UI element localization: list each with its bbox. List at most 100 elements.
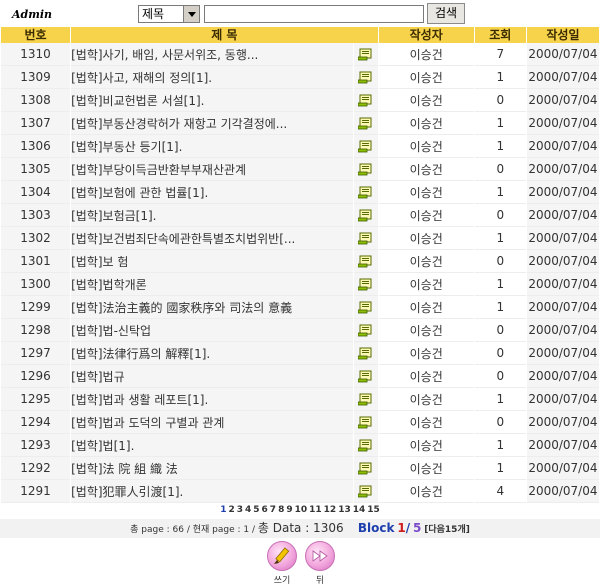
table-row[interactable]: 1306 [법학]부동산 등기[1]. 이승건 1 2000/07/04	[1, 135, 599, 158]
table-row[interactable]: 1297 [법학]法律行爲의 解釋[1]. 이승건 0 2000/07/04	[1, 342, 599, 365]
back-button[interactable]	[305, 541, 335, 571]
table-row[interactable]: 1307 [법학]부동산경락허가 재항고 기각결정에... 이승건 1 2000/07/…	[1, 112, 599, 135]
row-date: 2000/07/04	[526, 204, 599, 227]
row-title-link[interactable]: [법학]법학개론	[71, 273, 353, 296]
table-row[interactable]: 1301 [법학]보 험 이승건 0 2000/07/04	[1, 250, 599, 273]
table-row[interactable]: 1304 [법학]보험에 관한 법률[1]. 이승건 1 2000/07/04	[1, 181, 599, 204]
row-title-link[interactable]: [법학]법규	[71, 365, 353, 388]
page-link[interactable]: 13	[338, 505, 351, 515]
row-title-link[interactable]: [법학]사고, 재해의 정의[1].	[71, 66, 353, 89]
page-link[interactable]: 15	[367, 505, 380, 515]
table-row[interactable]: 1295 [법학]법과 생활 레포트[1]. 이승건 1 2000/07/04	[1, 388, 599, 411]
admin-link[interactable]: Admin	[12, 8, 52, 21]
next-15-link[interactable]: [다음15개]	[424, 525, 470, 535]
column-header-author: 작성자	[378, 27, 474, 43]
row-views: 1	[474, 181, 526, 204]
row-title-link[interactable]: [법학]犯罪人引渡[1].	[71, 480, 353, 503]
table-row[interactable]: 1309 [법학]사고, 재해의 정의[1]. 이승건 1 2000/07/04	[1, 66, 599, 89]
row-views: 0	[474, 411, 526, 434]
search-field-select[interactable]: 제목	[138, 5, 200, 23]
row-title-link[interactable]: [법학]법[1].	[71, 434, 353, 457]
back-button-group[interactable]: 뒤	[302, 541, 338, 586]
row-number: 1299	[1, 296, 71, 319]
page-link[interactable]: 5	[253, 505, 259, 515]
table-row[interactable]: 1310 [법학]사기, 배임, 사문서위조, 동행... 이승건 7 2000/07/…	[1, 43, 599, 66]
row-author: 이승건	[378, 43, 474, 66]
search-input[interactable]	[204, 5, 424, 23]
row-title-link[interactable]: [법학]보험에 관한 법률[1].	[71, 181, 353, 204]
row-title-link[interactable]: [법학]法律行爲의 解釋[1].	[71, 342, 353, 365]
row-title-link[interactable]: [법학]사기, 배임, 사문서위조, 동행...	[71, 43, 353, 66]
row-title-link[interactable]: [법학]부동산 등기[1].	[71, 135, 353, 158]
row-views: 0	[474, 342, 526, 365]
row-number: 1291	[1, 480, 71, 503]
row-number: 1304	[1, 181, 71, 204]
row-title-link[interactable]: [법학]법과 도덕의 구별과 관계	[71, 411, 353, 434]
page-link[interactable]: 1	[220, 505, 226, 515]
row-doc-icon-cell	[353, 112, 378, 135]
top-bar: Admin 제목 검색	[0, 0, 600, 27]
row-views: 1	[474, 434, 526, 457]
table-row[interactable]: 1303 [법학]보험금[1]. 이승건 0 2000/07/04	[1, 204, 599, 227]
row-title-link[interactable]: [법학]법과 생활 레포트[1].	[71, 388, 353, 411]
post-list-table: 번호 제 목 작성자 조회 작성일 1310 [법학]사기, 배임, 사문서위조,…	[0, 27, 600, 503]
page-link[interactable]: 4	[245, 505, 251, 515]
search-button[interactable]: 검색	[427, 3, 465, 24]
row-date: 2000/07/04	[526, 181, 599, 204]
table-row[interactable]: 1302 [법학]보건범죄단속에관한특별조치법위반[... 이승건 1 2000/07/…	[1, 227, 599, 250]
document-icon	[357, 209, 373, 222]
row-title-link[interactable]: [법학]보험금[1].	[71, 204, 353, 227]
page-link[interactable]: 6	[262, 505, 268, 515]
table-row[interactable]: 1298 [법학]법-신탁업 이승건 0 2000/07/04	[1, 319, 599, 342]
document-icon	[357, 324, 373, 337]
document-icon	[357, 163, 373, 176]
row-doc-icon-cell	[353, 204, 378, 227]
row-title-link[interactable]: [법학]法 院 組 織 法	[71, 457, 353, 480]
page-link[interactable]: 9	[286, 505, 292, 515]
table-row[interactable]: 1292 [법학]法 院 組 織 法 이승건 1 2000/07/04	[1, 457, 599, 480]
row-title-link[interactable]: [법학]法治主義的 國家秩序와 司法의 意義	[71, 296, 353, 319]
row-title-link[interactable]: [법학]부당이득금반환부부재산관계	[71, 158, 353, 181]
document-icon	[357, 485, 373, 498]
row-title-link[interactable]: [법학]비교헌법론 서설[1].	[71, 89, 353, 112]
row-number: 1296	[1, 365, 71, 388]
row-doc-icon-cell	[353, 388, 378, 411]
row-title-link[interactable]: [법학]보건범죄단속에관한특별조치법위반[...	[71, 227, 353, 250]
row-number: 1300	[1, 273, 71, 296]
row-title-link[interactable]: [법학]부동산경락허가 재항고 기각결정에...	[71, 112, 353, 135]
table-row[interactable]: 1294 [법학]법과 도덕의 구별과 관계 이승건 0 2000/07/04	[1, 411, 599, 434]
row-title-link[interactable]: [법학]보 험	[71, 250, 353, 273]
page-link[interactable]: 3	[237, 505, 243, 515]
row-author: 이승건	[378, 89, 474, 112]
document-icon	[357, 416, 373, 429]
table-row[interactable]: 1296 [법학]법규 이승건 0 2000/07/04	[1, 365, 599, 388]
row-number: 1310	[1, 43, 71, 66]
table-row[interactable]: 1299 [법학]法治主義的 國家秩序와 司法의 意義 이승건 1 2000/07/04	[1, 296, 599, 319]
row-title-link[interactable]: [법학]법-신탁업	[71, 319, 353, 342]
write-button-group[interactable]: 쓰기	[264, 541, 300, 586]
row-author: 이승건	[378, 273, 474, 296]
row-views: 1	[474, 388, 526, 411]
table-row[interactable]: 1308 [법학]비교헌법론 서설[1]. 이승건 0 2000/07/04	[1, 89, 599, 112]
document-icon	[357, 94, 373, 107]
page-link[interactable]: 11	[309, 505, 322, 515]
table-row[interactable]: 1305 [법학]부당이득금반환부부재산관계 이승건 0 2000/07/04	[1, 158, 599, 181]
page-link[interactable]: 7	[270, 505, 276, 515]
chevron-down-icon[interactable]	[183, 6, 199, 22]
page-link[interactable]: 12	[324, 505, 337, 515]
row-author: 이승건	[378, 135, 474, 158]
page-count-text: 총 page : 66 / 현재 page : 1 /	[130, 525, 258, 535]
page-link[interactable]: 10	[295, 505, 308, 515]
page-link[interactable]: 14	[353, 505, 366, 515]
row-number: 1294	[1, 411, 71, 434]
page-link[interactable]: 2	[228, 505, 234, 515]
table-row[interactable]: 1293 [법학]법[1]. 이승건 1 2000/07/04	[1, 434, 599, 457]
table-row[interactable]: 1291 [법학]犯罪人引渡[1]. 이승건 4 2000/07/04	[1, 480, 599, 503]
block-max: 5	[413, 521, 422, 535]
document-icon	[357, 140, 373, 153]
table-row[interactable]: 1300 [법학]법학개론 이승건 1 2000/07/04	[1, 273, 599, 296]
page-link[interactable]: 8	[278, 505, 284, 515]
write-button[interactable]	[267, 541, 297, 571]
column-header-title: 제 목	[71, 27, 378, 43]
row-doc-icon-cell	[353, 181, 378, 204]
